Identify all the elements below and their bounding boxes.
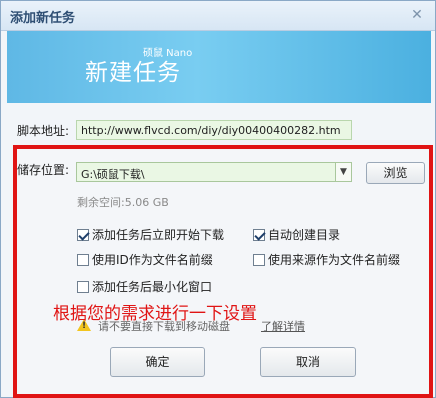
- option-label: 使用来源作为文件名前缀: [268, 253, 401, 267]
- option-start-immediately[interactable]: 添加任务后立即开始下载: [77, 226, 224, 243]
- header-banner: 硕鼠 Nano 新建任务: [7, 31, 431, 103]
- browse-button[interactable]: 浏览: [366, 162, 425, 184]
- checkbox[interactable]: [253, 253, 265, 266]
- option-source-prefix[interactable]: 使用来源作为文件名前缀: [253, 251, 400, 268]
- script-url-field[interactable]: http://www.flvcd.com/diy/diy00400400282.…: [76, 120, 352, 140]
- close-icon[interactable]: ✕: [408, 6, 426, 24]
- cancel-button[interactable]: 取消: [260, 347, 356, 377]
- learn-more-link[interactable]: 了解详情: [261, 318, 305, 334]
- checkbox[interactable]: [77, 253, 89, 266]
- storage-path-select[interactable]: G:\硕鼠下载\ ▼: [76, 162, 352, 182]
- option-label: 添加任务后最小化窗口: [92, 280, 213, 294]
- title-bar: 添加新任务 ✕: [1, 1, 435, 31]
- option-label: 使用ID作为文件名前缀: [92, 253, 213, 267]
- ok-button[interactable]: 确定: [110, 347, 205, 377]
- storage-location-label: 储存位置:: [17, 163, 70, 177]
- script-url-label: 脚本地址:: [17, 124, 70, 138]
- new-task-dialog: 添加新任务 ✕ 硕鼠 Nano 新建任务 脚本地址: http://www.fl…: [0, 0, 436, 398]
- annotation-text: 根据您的需求进行一下设置: [53, 304, 257, 324]
- option-label: 自动创建目录: [268, 228, 341, 242]
- window-title: 添加新任务: [10, 11, 76, 26]
- option-auto-create-dir[interactable]: 自动创建目录: [253, 226, 340, 243]
- checkbox[interactable]: [253, 228, 265, 241]
- storage-path-value: G:\硕鼠下载\: [81, 168, 145, 181]
- banner-title: 新建任务: [85, 60, 181, 86]
- checkbox[interactable]: [77, 228, 89, 241]
- option-label: 添加任务后立即开始下载: [92, 228, 225, 242]
- option-id-prefix[interactable]: 使用ID作为文件名前缀: [77, 251, 213, 268]
- free-space-text: 剩余空间:5.06 GB: [77, 196, 169, 209]
- chevron-down-icon[interactable]: ▼: [335, 163, 351, 181]
- checkbox[interactable]: [77, 280, 89, 293]
- option-minimize-window[interactable]: 添加任务后最小化窗口: [77, 278, 212, 295]
